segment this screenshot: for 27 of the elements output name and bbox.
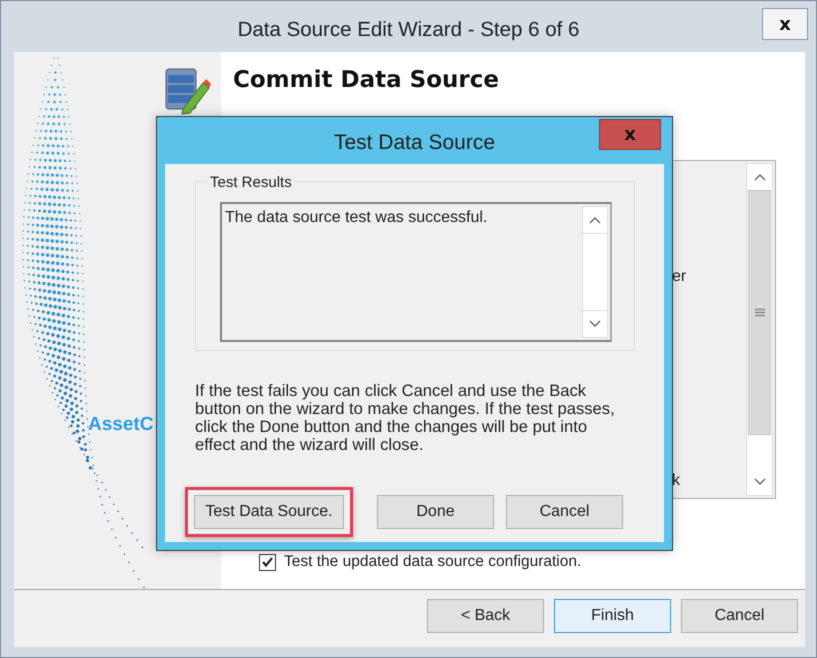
vertical-scrollbar[interactable] [582,206,608,338]
list-item-text: k [672,472,680,490]
help-text: If the test fails you can click Cancel and use the Back button on the wizard to make changes. If the test passes, click the Done button and the changes will be put into effect and the wizard will close. [195,382,615,454]
list-item-text: er [672,268,686,286]
page-heading: Commit Data Source [233,66,500,95]
dialog-button[interactable]: Cancel [506,495,623,529]
scroll-up-icon[interactable] [754,173,766,181]
wizard-button[interactable]: Finish [554,598,671,632]
scroll-down-icon[interactable] [754,478,766,486]
close-button[interactable]: x [599,119,661,150]
results-text-area[interactable]: The data source test was successful. [220,202,612,342]
check-icon [262,557,273,567]
vertical-scrollbar[interactable] [746,163,773,496]
dialog-button[interactable]: Done [377,495,494,529]
dialog-button[interactable]: Test Data Source. [194,495,344,529]
scroll-down-icon[interactable] [589,320,601,328]
dialog-title: Test Data Source [334,130,496,155]
wizard-button[interactable]: Cancel [681,598,798,632]
logo-text: AssetC [88,414,154,436]
scroll-up-icon[interactable] [589,216,601,224]
wizard-button[interactable]: < Back [427,598,544,632]
checkbox[interactable] [259,554,276,570]
grip-icon [754,308,764,317]
window-title: Data Source Edit Wizard - Step 6 of 6 [238,17,580,42]
close-button[interactable]: x [762,8,808,40]
scrollbar-thumb[interactable] [748,190,771,435]
checkbox-label[interactable]: Test the updated data source configuration. [284,553,582,571]
